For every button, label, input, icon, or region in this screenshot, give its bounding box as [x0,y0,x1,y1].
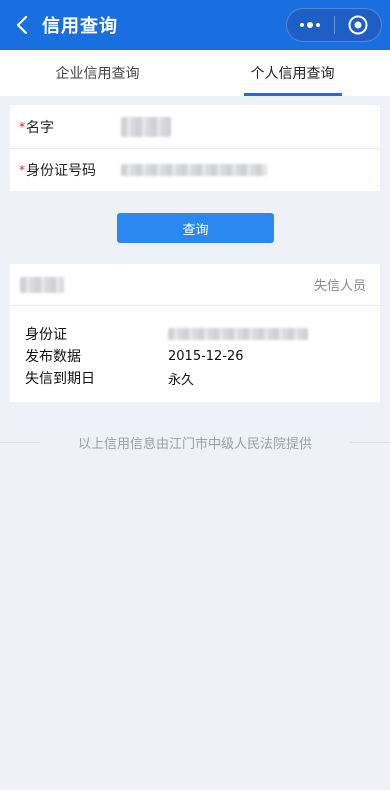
detail-row: 身份证 [25,323,380,345]
more-dots-icon [300,22,321,28]
divider-right [350,442,390,443]
close-program-button[interactable] [335,9,382,41]
page-title: 信用查询 [42,16,118,37]
id-number-row: * 身份证号码 [10,148,380,191]
status-badge: 失信人员 [313,279,366,294]
source-note: 以上信用信息由江门市中级人民法院提供 [0,432,390,452]
detail-row: 失信到期日 永久 [25,367,380,389]
tab-personal-credit[interactable]: 个人信用查询 [195,50,390,96]
expiry-date-label: 失信到期日 [25,371,95,387]
result-name-redacted [20,276,64,293]
tab-bar: 企业信用查询 个人信用查询 [0,50,390,96]
app-header: 信用查询 [0,0,390,50]
id-number-value-redacted [121,164,267,176]
back-button[interactable] [2,0,42,50]
name-field[interactable] [121,105,380,148]
source-note-text: 以上信用信息由江门市中级人民法院提供 [69,432,320,452]
detail-row: 发布数据 2015-12-26 [25,345,380,367]
name-value-redacted [121,116,171,137]
name-row: * 名字 [10,105,380,148]
publish-date-label: 发布数据 [25,349,81,365]
divider-left [0,442,40,443]
result-header: 失信人员 [10,264,380,306]
more-button[interactable] [287,9,334,41]
mini-program-capsule [286,8,382,42]
id-number-field[interactable] [121,149,380,191]
query-form: * 名字 * 身份证号码 [10,105,380,191]
tab-enterprise-credit[interactable]: 企业信用查询 [0,50,195,96]
id-number-label: 身份证号码 [26,163,96,179]
chevron-left-icon [16,15,28,35]
id-card-label: 身份证 [25,327,67,343]
id-card-value-redacted [168,328,308,340]
target-circle-icon [348,15,368,35]
publish-date-value: 2015-12-26 [168,348,244,364]
search-button[interactable]: 查询 [117,213,274,243]
required-mark: * [19,119,25,134]
name-label: 名字 [26,119,54,136]
required-mark: * [19,163,25,177]
result-card: 失信人员 身份证 发布数据 2015-12-26 失信到期日 永久 [10,264,380,402]
result-details: 身份证 发布数据 2015-12-26 失信到期日 永久 [10,306,380,389]
expiry-date-value: 永久 [168,372,195,388]
